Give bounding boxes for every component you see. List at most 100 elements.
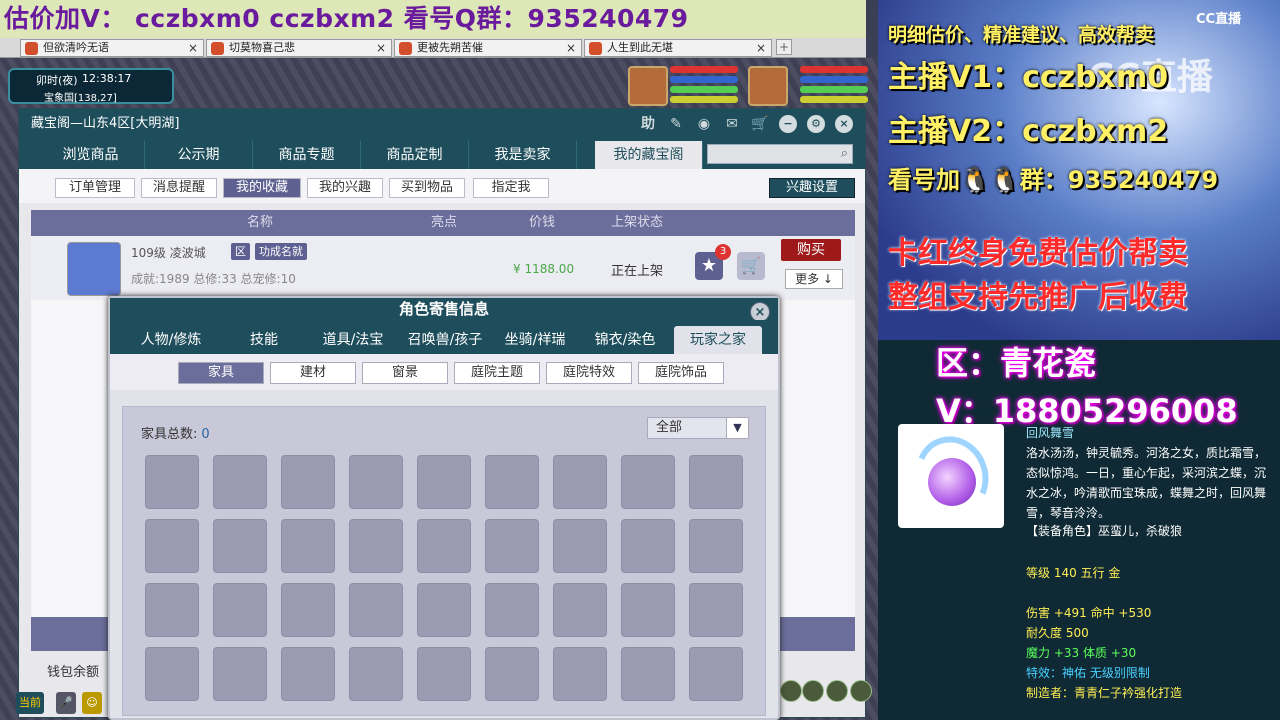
furniture-slot[interactable] [349,647,403,701]
furniture-slot[interactable] [485,647,539,701]
avatar[interactable] [67,242,121,296]
cart-icon[interactable]: 🛒 [737,252,765,280]
furniture-slot[interactable] [689,455,743,509]
furniture-slot[interactable] [281,519,335,573]
cart-icon[interactable]: 🛒 [751,115,769,133]
minimize-button[interactable]: − [779,115,797,133]
furniture-slot[interactable] [145,519,199,573]
tab-costume[interactable]: 锦衣/染色 [578,326,672,354]
hud-icon[interactable] [802,680,824,702]
furniture-slot[interactable] [553,647,607,701]
browser-tab-2[interactable]: 切莫物喜己悲 × [206,39,392,57]
col-highlight: 亮点 [431,215,458,230]
browser-tab-1[interactable]: 但欲清吟无语 × [20,39,204,57]
furniture-slot[interactable] [145,647,199,701]
furniture-slot[interactable] [621,519,675,573]
filter-select[interactable]: 全部 ▼ [647,417,749,439]
edit-icon[interactable]: ✎ [667,115,685,133]
furniture-slot[interactable] [553,583,607,637]
close-icon[interactable]: × [750,302,770,322]
message-reminder-button[interactable]: 消息提醒 [141,178,217,198]
search-input[interactable]: ⌕ [707,144,853,164]
furniture-slot[interactable] [553,455,607,509]
hud-icon[interactable] [850,680,872,702]
emoji-icon[interactable]: ☺ [82,692,102,714]
furniture-slot[interactable] [621,647,675,701]
tab-skills[interactable]: 技能 [218,326,310,354]
furniture-slot[interactable] [213,519,267,573]
settings-button[interactable]: ⚙ [807,115,825,133]
nav-browse[interactable]: 浏览商品 [37,141,145,169]
purchased-button[interactable]: 买到物品 [389,178,465,198]
hud-icon[interactable] [780,680,802,702]
record-icon[interactable]: ◉ [695,115,713,133]
furniture-slot[interactable] [689,647,743,701]
furniture-slot[interactable] [485,583,539,637]
nav-my-pavilion[interactable]: 我的藏宝阁 [595,141,703,169]
table-row[interactable]: 109级 凌波城 区 功成名就 成就:1989 总修:33 总宠修:10 ¥ 1… [31,236,855,300]
browser-tab-4[interactable]: 人生到此无堪 × [584,39,772,57]
furniture-slot[interactable] [349,583,403,637]
furniture-slot[interactable] [621,583,675,637]
furniture-slot[interactable] [417,583,471,637]
chevron-down-icon[interactable]: ▼ [726,418,748,438]
mic-icon[interactable]: 🎤 [56,692,76,714]
sub-materials[interactable]: 建材 [270,362,356,384]
chat-icon[interactable]: ✉ [723,115,741,133]
furniture-slot[interactable] [213,647,267,701]
help-button[interactable]: 助 [639,115,657,133]
furniture-slot[interactable] [621,455,675,509]
tab-character[interactable]: 人物/修炼 [124,326,218,354]
furniture-slot[interactable] [485,455,539,509]
furniture-slot[interactable] [417,519,471,573]
buy-button[interactable]: 购买 [781,239,841,261]
tab-pets[interactable]: 召唤兽/孩子 [398,326,492,354]
close-button[interactable]: × [835,115,853,133]
furniture-slot[interactable] [281,647,335,701]
nav-public[interactable]: 公示期 [145,141,253,169]
furniture-slot[interactable] [553,519,607,573]
tab-player-home[interactable]: 玩家之家 [674,326,762,354]
sub-furniture[interactable]: 家具 [178,362,264,384]
furniture-slot[interactable] [417,455,471,509]
close-icon[interactable]: × [756,40,766,56]
tab-items[interactable]: 道具/法宝 [310,326,396,354]
order-manage-button[interactable]: 订单管理 [55,178,135,198]
sub-yard-theme[interactable]: 庭院主题 [454,362,540,384]
pet-avatar[interactable] [628,66,668,106]
pet-status-bars [670,66,738,106]
player-avatar[interactable] [748,66,788,106]
furniture-slot[interactable] [213,455,267,509]
furniture-slot[interactable] [281,583,335,637]
hud-icon[interactable] [826,680,848,702]
furniture-slot[interactable] [349,519,403,573]
furniture-slot[interactable] [485,519,539,573]
close-icon[interactable]: × [566,40,576,56]
close-icon[interactable]: × [188,40,198,56]
tab-mounts[interactable]: 坐骑/祥瑞 [494,326,576,354]
furniture-slot[interactable] [281,455,335,509]
nav-topics[interactable]: 商品专题 [253,141,361,169]
browser-tab-3[interactable]: 更被先朔苦催 × [394,39,582,57]
sub-yard-effect[interactable]: 庭院特效 [546,362,632,384]
nav-seller[interactable]: 我是卖家 [469,141,577,169]
furniture-slot[interactable] [349,455,403,509]
furniture-slot[interactable] [213,583,267,637]
furniture-slot[interactable] [689,583,743,637]
my-favorites-button[interactable]: 我的收藏 [223,178,301,198]
search-icon[interactable]: ⌕ [841,146,848,161]
furniture-slot[interactable] [417,647,471,701]
interest-settings-button[interactable]: 兴趣设置 [769,178,855,198]
furniture-slot[interactable] [689,519,743,573]
my-interests-button[interactable]: 我的兴趣 [307,178,383,198]
furniture-slot[interactable] [145,455,199,509]
new-tab-button[interactable]: + [776,39,792,55]
more-button[interactable]: 更多 ↓ [785,269,843,289]
sub-window-view[interactable]: 窗景 [362,362,448,384]
nav-custom[interactable]: 商品定制 [361,141,469,169]
designated-button[interactable]: 指定我 [473,178,549,198]
channel-button[interactable]: 当前 [16,692,44,714]
furniture-slot[interactable] [145,583,199,637]
close-icon[interactable]: × [376,40,386,56]
sub-yard-decor[interactable]: 庭院饰品 [638,362,724,384]
